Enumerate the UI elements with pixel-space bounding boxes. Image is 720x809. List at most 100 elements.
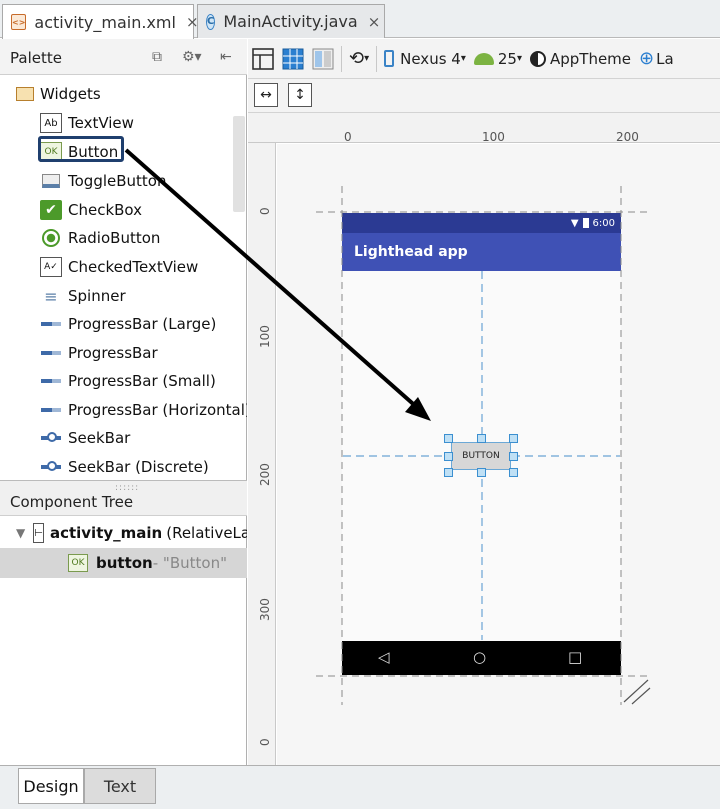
split-view-icon[interactable]: [308, 44, 338, 74]
design-toolbar-secondary: ↔ ↕: [248, 79, 720, 113]
rotate-icon: ⟲: [349, 48, 365, 69]
device-menu[interactable]: Nexus 4 ▾: [380, 44, 470, 74]
palette-item-seekbar[interactable]: SeekBar: [40, 424, 130, 452]
wifi-icon: ▼: [570, 217, 579, 229]
palette-item-progressbar-small[interactable]: ProgressBar (Small): [40, 367, 216, 395]
globe-icon: ⊕: [639, 48, 655, 69]
resize-handle[interactable]: [509, 468, 518, 477]
tab-activity-main-xml[interactable]: <> activity_main.xml ×: [2, 4, 199, 39]
copy-icon[interactable]: ⧉: [152, 49, 162, 65]
api-level-menu[interactable]: 25 ▾: [470, 44, 526, 74]
palette-item-togglebutton[interactable]: ToggleButton: [40, 167, 166, 195]
ruler-label: 0: [258, 207, 272, 215]
resize-handle[interactable]: [477, 468, 486, 477]
folder-icon: [16, 87, 34, 101]
ruler-label: 200: [258, 463, 272, 486]
palette-item-spinner[interactable]: ≡ Spinner: [40, 282, 125, 310]
recents-icon[interactable]: □: [568, 648, 582, 666]
resize-handle[interactable]: [477, 434, 486, 443]
tree-root-name: activity_main: [49, 524, 163, 542]
palette-item-checkbox[interactable]: ✔ CheckBox: [40, 196, 142, 224]
theme-label: AppTheme: [549, 49, 632, 68]
checkbox-icon: ✔: [40, 200, 62, 220]
tab-label: Text: [103, 776, 137, 796]
tree-root-type: (RelativeLa: [166, 524, 247, 542]
textview-icon: Ab: [40, 113, 62, 133]
palette-header: Palette ⧉ ⚙▾ ⇤: [0, 39, 247, 75]
toolbar-separator: [376, 45, 378, 72]
component-tree-header: :::::: Component Tree: [0, 480, 247, 516]
xml-file-icon: <>: [11, 14, 27, 30]
expand-arrow-icon[interactable]: ▼: [16, 526, 25, 540]
tree-row-button[interactable]: OK button - "Button": [0, 548, 247, 578]
palette-item-progressbar-horizontal[interactable]: ProgressBar (Horizontal): [40, 396, 247, 424]
expand-horizontal-icon[interactable]: ↔: [254, 83, 278, 107]
toggle-button-icon: [40, 171, 62, 191]
back-icon[interactable]: ◁: [378, 648, 390, 666]
palette-item-radiobutton[interactable]: RadioButton: [40, 224, 160, 252]
tree-child-name: button: [96, 554, 153, 572]
palette-item-label: ProgressBar (Horizontal): [68, 401, 247, 419]
palette-item-label: ToggleButton: [68, 172, 167, 190]
app-title: Lighthead app: [354, 244, 468, 260]
status-time: 6:00: [592, 217, 615, 229]
tab-text[interactable]: Text: [84, 768, 156, 804]
palette-item-label: CheckedTextView: [68, 258, 199, 276]
status-bar: ▼ 6:00: [342, 213, 621, 233]
palette-item-progressbar[interactable]: ProgressBar: [40, 339, 158, 367]
resize-handle[interactable]: [444, 468, 453, 477]
resize-handle[interactable]: [509, 434, 518, 443]
palette-item-label: TextView: [68, 114, 134, 132]
theme-icon: [529, 50, 546, 67]
ruler-label: 200: [616, 130, 639, 144]
resize-grip[interactable]: ::::::: [115, 483, 139, 493]
home-icon[interactable]: ○: [473, 648, 486, 666]
locale-menu[interactable]: ⊕ La: [635, 44, 678, 74]
resize-handle[interactable]: [444, 452, 453, 461]
close-tab-icon[interactable]: ×: [368, 13, 381, 31]
tab-mainactivity-java[interactable]: C MainActivity.java ×: [197, 4, 385, 38]
resize-handle[interactable]: [444, 434, 453, 443]
left-panel: Palette ⧉ ⚙▾ ⇤ Widgets Ab TextView OK Bu…: [0, 39, 247, 765]
toolbar-separator: [341, 45, 342, 72]
palette-item-label: SeekBar: [68, 429, 131, 447]
palette-item-seekbar-discrete[interactable]: SeekBar (Discrete): [40, 453, 209, 481]
progressbar-icon: [40, 371, 62, 391]
java-class-icon: C: [206, 13, 216, 30]
battery-icon: [582, 218, 589, 228]
palette-group-widgets[interactable]: Widgets: [16, 80, 101, 108]
seekbar-icon: [40, 457, 62, 477]
blueprint-view-icon[interactable]: [278, 44, 308, 74]
layout-editor-icon[interactable]: [248, 44, 278, 74]
palette-item-label: ProgressBar (Small): [68, 372, 216, 390]
orientation-menu[interactable]: ⟲ ▾: [345, 44, 373, 74]
tree-child-detail: - "Button": [152, 554, 227, 572]
palette-item-progressbar-large[interactable]: ProgressBar (Large): [40, 310, 216, 338]
preview-button[interactable]: BUTTON: [451, 442, 511, 470]
palette-scrollbar[interactable]: [233, 116, 245, 212]
resize-handle[interactable]: [509, 452, 518, 461]
selected-button-highlight: [38, 136, 124, 162]
gear-icon[interactable]: ⚙▾: [182, 49, 202, 65]
tab-label: activity_main.xml: [34, 12, 176, 32]
hide-panel-icon[interactable]: ⇤: [220, 49, 232, 65]
palette-item-label: ProgressBar: [68, 344, 158, 362]
checked-textview-icon: A✓: [40, 257, 62, 277]
palette-item-label: RadioButton: [68, 229, 161, 247]
palette-group-label: Widgets: [40, 85, 101, 103]
locale-label: La: [656, 49, 674, 68]
expand-vertical-icon[interactable]: ↕: [288, 83, 312, 107]
palette-item-textview[interactable]: Ab TextView: [40, 109, 134, 137]
palette-item-label: CheckBox: [68, 201, 143, 219]
tab-design[interactable]: Design: [18, 768, 84, 804]
ruler-label: 100: [482, 130, 505, 144]
device-label: Nexus 4: [400, 49, 461, 68]
spinner-icon: ≡: [44, 286, 58, 306]
palette-item-checkedtextview[interactable]: A✓ CheckedTextView: [40, 253, 198, 281]
progressbar-icon: [40, 343, 62, 363]
design-toolbar: ⟲ ▾ Nexus 4 ▾ 25 ▾ AppTheme ⊕ La: [248, 39, 720, 79]
theme-menu[interactable]: AppTheme: [526, 44, 635, 74]
button-widget-icon: OK: [68, 554, 88, 572]
tree-row-activity-main[interactable]: ▼ ⊢ activity_main (RelativeLa: [0, 518, 247, 548]
app-bar: Lighthead app: [342, 233, 621, 271]
